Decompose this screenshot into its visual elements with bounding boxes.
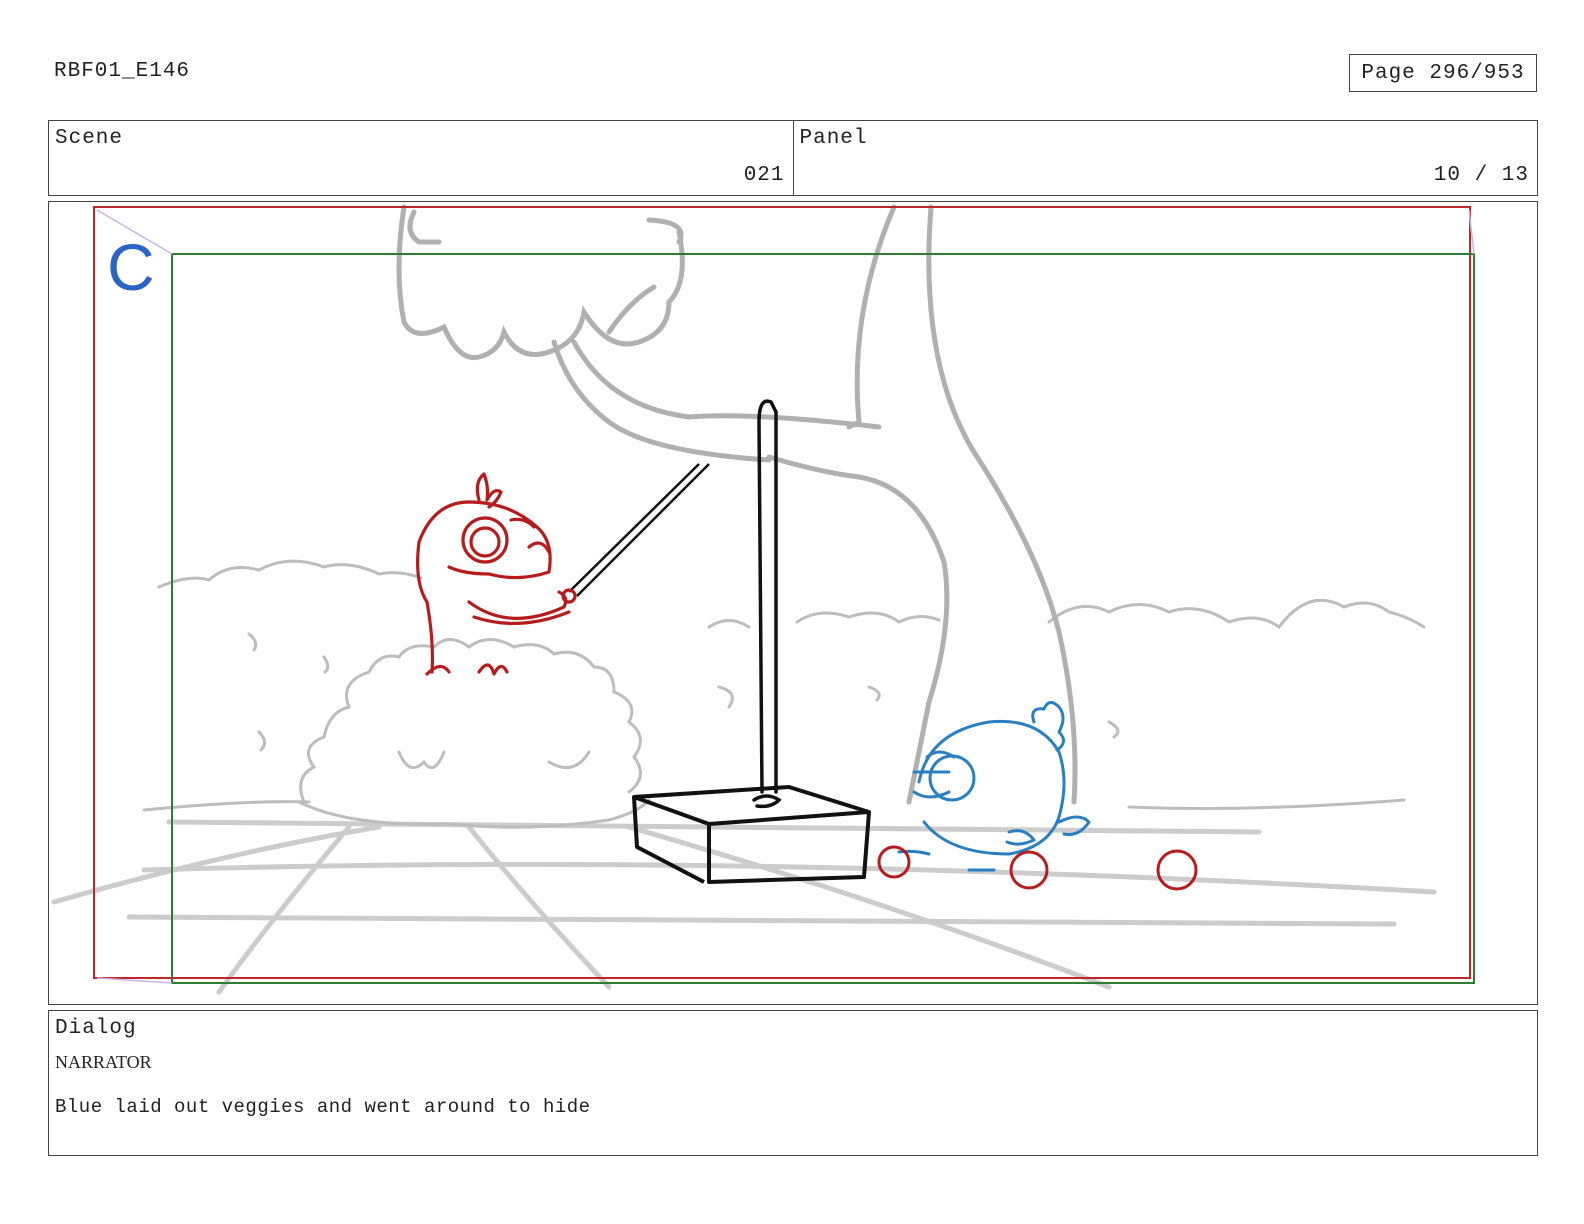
- title-safe-frame: [171, 253, 1475, 984]
- storyboard-drawing: C: [51, 204, 1475, 995]
- page-number-box: Page 296/953: [1349, 54, 1537, 92]
- scene-number: 021: [743, 164, 785, 187]
- foreground-bush: [247, 632, 1120, 829]
- panel-number: 10 / 13: [1433, 164, 1529, 187]
- tree: [396, 204, 1078, 805]
- dialog-box: Dialog NARRATOR Blue laid out veggies an…: [48, 1010, 1538, 1156]
- dialog-line: Blue laid out veggies and went around to…: [55, 1096, 591, 1118]
- scene-label: Scene: [55, 127, 124, 150]
- ground-lines: [51, 819, 1437, 995]
- dialog-speaker: NARRATOR: [55, 1052, 152, 1072]
- project-title: RBF01_E146: [54, 60, 191, 83]
- stick: [568, 463, 710, 597]
- panel-label: Panel: [799, 127, 868, 150]
- blue-bird: [897, 701, 1091, 872]
- red-bird: [416, 472, 577, 676]
- page-number: Page 296/953: [1361, 61, 1525, 85]
- dialog-label: Dialog: [55, 1017, 137, 1040]
- scene-panel-row: Scene 021 Panel 10 / 13: [48, 120, 1538, 196]
- panel-cell: Panel 10 / 13: [792, 121, 1538, 195]
- background-bushes: [142, 559, 1426, 812]
- storyboard-frame: C: [48, 201, 1538, 1005]
- camera-marker: C: [107, 230, 155, 304]
- action-safe-frame: [93, 206, 1471, 979]
- scene-cell: Scene 021: [49, 121, 793, 195]
